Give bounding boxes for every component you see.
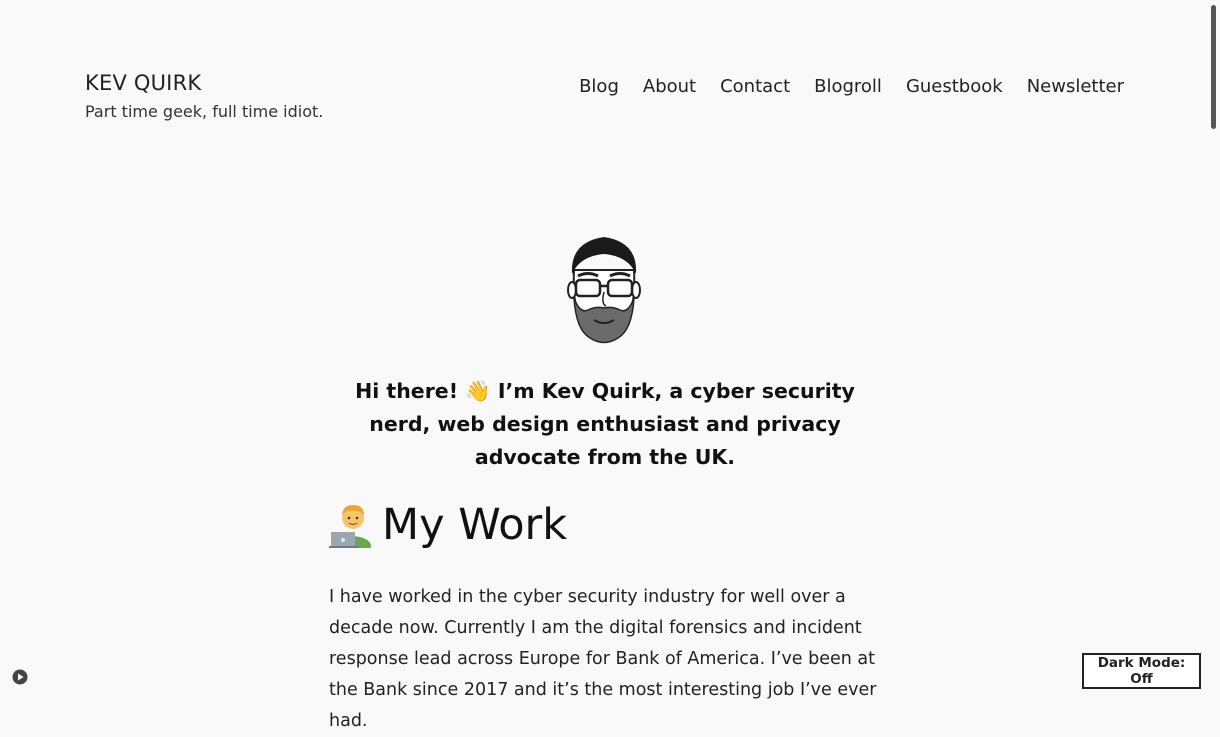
nav-item-about[interactable]: About [643,76,696,97]
avatar [567,237,641,344]
nav-item-blogroll[interactable]: Blogroll [814,76,882,97]
site-tagline: Part time geek, full time idiot. [85,102,324,121]
play-circle-icon[interactable] [12,669,28,685]
nav-item-newsletter[interactable]: Newsletter [1027,76,1124,97]
nav-item-blog[interactable]: Blog [579,76,619,97]
nav-item-contact[interactable]: Contact [720,76,790,97]
my-work-heading: My Work [329,500,567,550]
site-title[interactable]: KEV QUIRK [85,71,201,95]
scrollbar[interactable] [1211,5,1216,129]
dark-mode-toggle[interactable]: Dark Mode: Off [1082,653,1201,689]
intro-text: Hi there! 👋 I’m Kev Quirk, a cyber secur… [329,375,881,474]
main-nav: Blog About Contact Blogroll Guestbook Ne… [579,76,1124,97]
my-work-paragraph: I have worked in the cyber security indu… [329,587,877,731]
man-technologist-icon [329,505,371,548]
my-work-heading-text: My Work [382,500,568,550]
intro-greeting: Hi there! [355,379,459,403]
nav-item-guestbook[interactable]: Guestbook [906,76,1003,97]
waving-hand-icon: 👋 [465,379,491,403]
